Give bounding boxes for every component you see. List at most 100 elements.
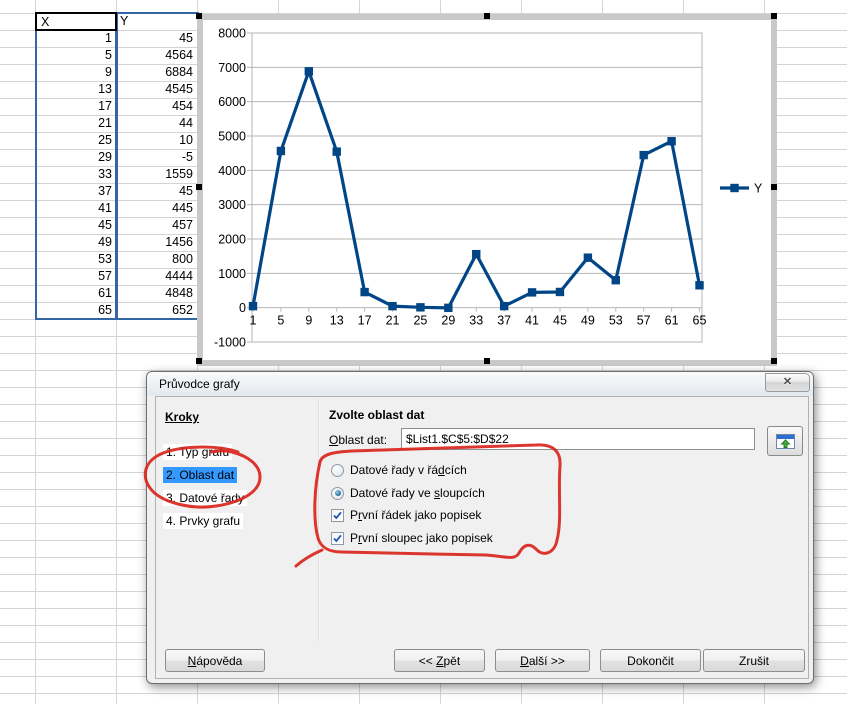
label-key: O xyxy=(329,433,339,447)
cell-x-value[interactable]: 1 xyxy=(35,30,116,47)
close-button[interactable]: ✕ xyxy=(765,373,810,392)
y-axis-label: 6000 xyxy=(218,95,246,109)
x-axis-label: 45 xyxy=(553,314,567,328)
table-row: 1 45 xyxy=(35,30,197,47)
chart-resize-handle[interactable] xyxy=(771,358,777,364)
label-key: d xyxy=(438,463,445,477)
x-axis-label: 41 xyxy=(525,314,539,328)
cell-x-value[interactable]: 53 xyxy=(35,251,116,268)
data-range-input[interactable] xyxy=(401,428,755,450)
cell-y-value[interactable]: 6884 xyxy=(116,64,197,81)
x-axis-label: 53 xyxy=(609,314,623,328)
cell-x-value[interactable]: 61 xyxy=(35,285,116,302)
cell-y-header[interactable]: Y xyxy=(117,13,197,32)
cell-x-value[interactable]: 9 xyxy=(35,64,116,81)
chart-resize-handle[interactable] xyxy=(196,358,202,364)
cell-x-value[interactable]: 13 xyxy=(35,81,116,98)
cell-y-value[interactable]: 4545 xyxy=(116,81,197,98)
radio-icon[interactable] xyxy=(331,463,344,477)
x-axis-label: 5 xyxy=(277,314,284,328)
cell-y-value[interactable]: 4564 xyxy=(116,47,197,64)
help-button[interactable]: Nápověda xyxy=(165,649,265,672)
cell-x-value[interactable]: 5 xyxy=(35,47,116,64)
steps-header: Kroky xyxy=(165,410,200,424)
checkbox-icon[interactable] xyxy=(331,508,344,522)
data-point-marker xyxy=(527,288,537,297)
cell-x-value[interactable]: 33 xyxy=(35,166,116,183)
cell-x-value[interactable]: 25 xyxy=(35,132,116,149)
chart-resize-handle[interactable] xyxy=(196,184,202,190)
cell-x-value[interactable]: 41 xyxy=(35,200,116,217)
cell-y-value[interactable]: 800 xyxy=(116,251,197,268)
cell-y-value[interactable]: 1456 xyxy=(116,234,197,251)
cell-x-value[interactable]: 49 xyxy=(35,234,116,251)
wizard-step-3[interactable]: 3. Datové řady xyxy=(163,490,248,506)
x-axis-label: 13 xyxy=(330,314,344,328)
cell-x-value[interactable]: 57 xyxy=(35,268,116,285)
close-icon: ✕ xyxy=(782,376,793,388)
data-point-marker xyxy=(416,303,425,312)
cell-y-value[interactable]: 652 xyxy=(116,302,197,319)
cell-y-value[interactable]: 44 xyxy=(116,115,197,132)
table-row: 41 445 xyxy=(35,200,197,217)
chart-resize-handle[interactable] xyxy=(484,358,490,364)
data-point-marker xyxy=(248,301,258,311)
chart-resize-handle[interactable] xyxy=(196,13,202,19)
wizard-step-1[interactable]: 1. Typ grafu xyxy=(163,444,233,460)
dialog-titlebar[interactable]: Průvodce grafy xyxy=(147,372,813,396)
label-key: Z xyxy=(436,653,444,668)
cancel-button[interactable]: Zrušit xyxy=(703,649,805,672)
table-row: 5 4564 xyxy=(35,47,197,64)
cell-y-value[interactable]: 457 xyxy=(116,217,197,234)
data-point-marker xyxy=(276,146,286,156)
cell-y-value[interactable]: 45 xyxy=(116,30,197,47)
x-axis-label: 57 xyxy=(637,314,651,328)
x-axis-label: 33 xyxy=(469,314,483,328)
dialog-title: Průvodce grafy xyxy=(159,377,240,391)
cell-x-value[interactable]: 21 xyxy=(35,115,116,132)
cell-y-value[interactable]: 4444 xyxy=(116,268,197,285)
x-axis-label: 9 xyxy=(305,314,312,328)
cell-x-value[interactable]: 17 xyxy=(35,98,116,115)
cell-x-value[interactable]: 45 xyxy=(35,217,116,234)
cell-y-value[interactable]: 10 xyxy=(116,132,197,149)
table-row: 65 652 xyxy=(35,302,197,319)
cell-y-value[interactable]: 445 xyxy=(116,200,197,217)
chart-resize-handle[interactable] xyxy=(484,13,490,19)
label-post: Zrušit xyxy=(739,653,769,668)
y-axis-label: 2000 xyxy=(218,233,246,247)
data-range-label: Oblast dat: xyxy=(329,433,387,447)
chart-resize-handle[interactable] xyxy=(771,13,777,19)
cell-x-value[interactable]: 65 xyxy=(35,302,116,319)
option-checkbox-4: První sloupec jako popisek xyxy=(331,530,493,546)
panel-separator xyxy=(318,398,320,642)
cell-y-value[interactable]: 45 xyxy=(116,183,197,200)
data-point-marker xyxy=(611,276,620,285)
y-axis-label: 8000 xyxy=(218,27,246,41)
next-button[interactable]: Další >> xyxy=(495,649,590,672)
radio-icon[interactable] xyxy=(331,486,344,500)
wizard-step-4[interactable]: 4. Prvky grafu xyxy=(163,513,244,529)
cell-y-value[interactable]: 1559 xyxy=(116,166,197,183)
x-axis-label: 65 xyxy=(693,314,707,328)
chart-object[interactable]: -1000 0 1000 2000 3000 4000 5000 6000 7000 8000 1 5… xyxy=(197,14,777,366)
option-checkbox-3: První řádek jako popisek xyxy=(331,507,481,523)
active-cell-x-header[interactable]: X xyxy=(35,12,117,31)
table-row: 45 457 xyxy=(35,217,197,234)
spreadsheet-canvas: X Y 1 45 5 4564 9 6884 13 4545 17 454 21 44 25 10 29 -5… xyxy=(0,0,847,704)
finish-button[interactable]: Dokončit xyxy=(600,649,701,672)
cell-y-value[interactable]: -5 xyxy=(116,149,197,166)
cell-y-value[interactable]: 4848 xyxy=(116,285,197,302)
x-axis-label: 1 xyxy=(250,314,257,328)
checkbox-icon[interactable] xyxy=(331,531,344,545)
chart-resize-handle[interactable] xyxy=(771,184,777,190)
data-point-marker xyxy=(444,303,453,313)
chart-wizard-dialog: Průvodce grafy ✕ Kroky 1. Typ grafu 2. Ob… xyxy=(146,371,814,684)
select-range-button[interactable] xyxy=(767,426,803,456)
cell-x-value[interactable]: 37 xyxy=(35,183,116,200)
y-axis-label: 1000 xyxy=(218,267,246,281)
back-button[interactable]: << Zpět xyxy=(394,649,485,672)
cell-x-value[interactable]: 29 xyxy=(35,149,116,166)
cell-y-value[interactable]: 454 xyxy=(116,98,197,115)
wizard-step-2[interactable]: 2. Oblast dat xyxy=(163,467,238,483)
